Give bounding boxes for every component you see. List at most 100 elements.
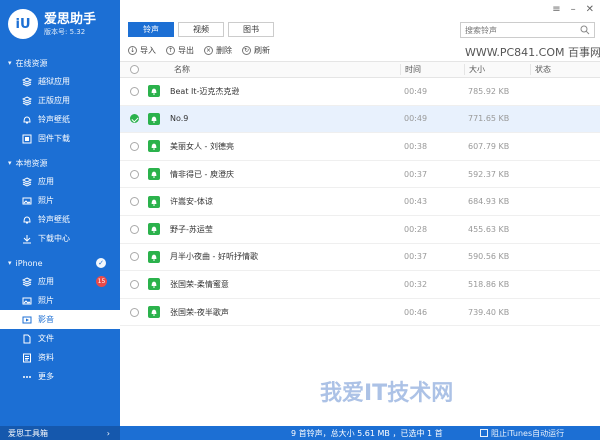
sidebar-item-local-ringtones[interactable]: 铃声壁纸 [0, 210, 120, 229]
ringtone-duration: 00:38 [404, 141, 428, 151]
sidebar-item-media[interactable]: 影音 [0, 310, 120, 329]
selection-summary: 9 首铃声，总大小 5.61 MB ，已选中 1 首 [291, 428, 443, 438]
photo-icon [22, 196, 32, 206]
block-itunes-toggle[interactable]: 阻止iTunes自动运行 [480, 428, 564, 439]
minimize-icon[interactable]: – [571, 4, 576, 15]
table-row[interactable]: 张国荣-柔情蜜意 00:32 518.86 KB [120, 271, 600, 299]
sidebar-item-more[interactable]: 更多 [0, 367, 120, 386]
chevron-down-icon: ▾ [8, 59, 12, 67]
header-time[interactable]: 时间 [400, 64, 464, 75]
export-button[interactable]: ↑ 导出 [166, 45, 194, 56]
table-header: 名称 时间 大小 状态 [120, 62, 600, 78]
ringtone-name: 张国荣-夜半歌声 [170, 307, 229, 317]
sidebar-item-device-apps[interactable]: 应用 15 [0, 272, 120, 291]
row-select-radio[interactable] [129, 86, 139, 96]
ringtone-size: 684.93 KB [468, 197, 510, 207]
sidebar-item-downloads[interactable]: 下载中心 [0, 229, 120, 248]
status-bar: 9 首铃声，总大小 5.61 MB ，已选中 1 首 阻止iTunes自动运行 [120, 426, 600, 440]
ringtone-bell-icon [148, 250, 160, 263]
media-icon [22, 315, 32, 325]
table-row[interactable]: 情非得已 - 庾澄庆 00:37 592.37 KB [120, 161, 600, 189]
ringtone-size: 607.79 KB [468, 141, 510, 151]
select-all-radio[interactable] [129, 65, 139, 74]
delete-button[interactable]: × 删除 [204, 45, 232, 56]
header-size[interactable]: 大小 [464, 64, 530, 75]
refresh-button[interactable]: ↻ 刷新 [242, 45, 270, 56]
ringtone-bell-icon [148, 112, 160, 125]
media-tabs: 铃声 视频 图书 [128, 22, 278, 37]
menu-icon[interactable]: ≡ [552, 4, 560, 15]
row-select-radio[interactable] [129, 197, 139, 207]
table-row[interactable]: 月半小夜曲 - 好听抒情歌 00:37 590.56 KB [120, 244, 600, 272]
sidebar-item-firmware[interactable]: 固件下载 [0, 129, 120, 148]
row-select-radio[interactable] [129, 114, 139, 124]
ringtone-size: 771.65 KB [468, 114, 510, 124]
row-select-radio[interactable] [129, 252, 139, 262]
import-button[interactable]: ↓ 导入 [128, 45, 156, 56]
ringtone-duration: 00:32 [404, 279, 428, 289]
sidebar-item-local-apps[interactable]: 应用 [0, 172, 120, 191]
row-select-radio[interactable] [129, 279, 139, 289]
header-name[interactable]: 名称 [170, 64, 400, 75]
brand: iU 爱思助手 版本号: 5.32 [0, 0, 120, 48]
sidebar-item-data[interactable]: 资料 [0, 348, 120, 367]
chevron-down-icon: ▾ [8, 159, 12, 167]
chevron-down-icon: ▾ [8, 259, 12, 267]
ringtone-name: 野子-苏运莹 [170, 224, 213, 234]
ringtone-duration: 00:49 [404, 86, 428, 96]
ringtone-name: 许嵩安-体谅 [170, 197, 213, 207]
sidebar-item-genuine-apps[interactable]: 正版应用 [0, 91, 120, 110]
contacts-icon [22, 353, 32, 363]
ringtone-size: 455.63 KB [468, 224, 510, 234]
ringtone-size: 590.56 KB [468, 252, 510, 262]
toolbox-button[interactable]: 爱思工具箱 › [0, 426, 120, 440]
section-local[interactable]: ▾ 本地资源 [0, 154, 120, 172]
ringtone-bell-icon [148, 306, 160, 319]
top-bar: 铃声 视频 图书 ≡ – ✕ [120, 0, 600, 40]
checkbox[interactable] [480, 429, 488, 437]
section-device[interactable]: ▾ iPhone ✓ [0, 254, 120, 272]
search-icon[interactable] [580, 25, 590, 37]
export-icon: ↑ [166, 46, 175, 55]
sidebar-item-ringtones-wallpapers[interactable]: 铃声壁纸 [0, 110, 120, 129]
ringtone-bell-icon [148, 223, 160, 236]
row-select-radio[interactable] [129, 307, 139, 317]
table-row[interactable]: 许嵩安-体谅 00:43 684.93 KB [120, 188, 600, 216]
tab-ringtones[interactable]: 铃声 [128, 22, 174, 37]
close-icon[interactable]: ✕ [586, 4, 594, 15]
search-input[interactable] [465, 25, 575, 35]
sidebar-item-jailbreak-apps[interactable]: 越狱应用 [0, 72, 120, 91]
header-status[interactable]: 状态 [530, 64, 590, 75]
ringtone-size: 739.40 KB [468, 307, 510, 317]
ringtone-name: Beat It-迈克杰克逊 [170, 86, 240, 96]
table-row[interactable]: 野子-苏运莹 00:28 455.63 KB [120, 216, 600, 244]
window-controls: ≡ – ✕ [552, 4, 594, 15]
row-select-radio[interactable] [129, 141, 139, 151]
more-icon [22, 372, 32, 382]
ringtone-size: 592.37 KB [468, 169, 510, 179]
ringtone-name: No.9 [170, 114, 189, 124]
delete-icon: × [204, 46, 213, 55]
file-icon [22, 334, 32, 344]
sidebar-item-files[interactable]: 文件 [0, 329, 120, 348]
tab-videos[interactable]: 视频 [178, 22, 224, 37]
sidebar-item-device-photos[interactable]: 照片 [0, 291, 120, 310]
apps-icon [22, 76, 32, 87]
sidebar: iU 爱思助手 版本号: 5.32 ▾ 在线资源 越狱应用 正版应用 铃声壁纸 固… [0, 0, 120, 440]
table-row[interactable]: 张国荣-夜半歌声 00:46 739.40 KB [120, 299, 600, 327]
bell-icon [22, 115, 32, 125]
row-select-radio[interactable] [129, 169, 139, 179]
app-logo: iU [8, 9, 38, 39]
row-select-radio[interactable] [129, 224, 139, 234]
ringtone-size: 785.92 KB [468, 86, 510, 96]
photo-icon [22, 296, 32, 306]
ringtone-bell-icon [148, 85, 160, 98]
sidebar-item-local-photos[interactable]: 照片 [0, 191, 120, 210]
ringtone-duration: 00:43 [404, 197, 428, 207]
tab-books[interactable]: 图书 [228, 22, 274, 37]
table-row[interactable]: Beat It-迈克杰克逊 00:49 785.92 KB [120, 78, 600, 106]
search-box [460, 22, 595, 38]
table-row[interactable]: No.9 00:49 771.65 KB [120, 105, 600, 134]
section-online[interactable]: ▾ 在线资源 [0, 54, 120, 72]
table-row[interactable]: 美丽女人 - 刘德亮 00:38 607.79 KB [120, 133, 600, 161]
